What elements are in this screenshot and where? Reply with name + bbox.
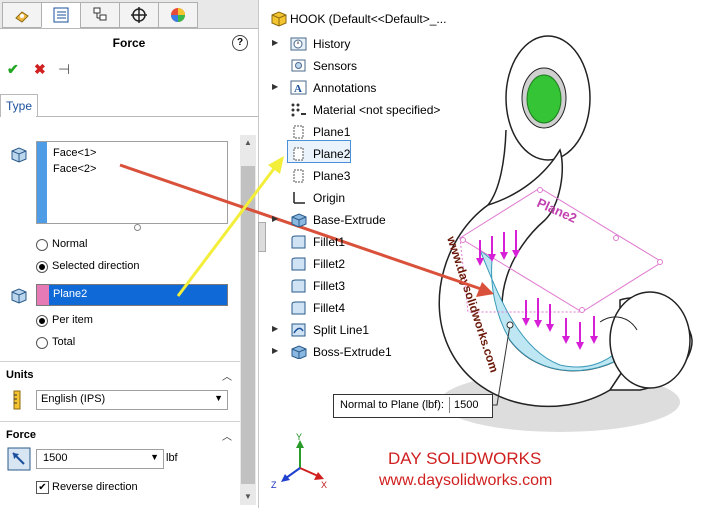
callout-value-field[interactable]: 1500 — [449, 397, 492, 413]
fillet-icon — [291, 235, 306, 249]
tree-item-origin[interactable]: Origin — [313, 191, 345, 205]
plane-icon — [293, 169, 304, 183]
red-annotation-arrow — [119, 163, 494, 297]
brand-url: www.daysolidworks.com — [379, 472, 553, 489]
split-icon — [291, 323, 306, 337]
expand-arrow-icon[interactable]: ▶ — [272, 38, 278, 47]
tree-item-annotations[interactable]: Annotations — [313, 81, 376, 95]
tree-item-plane2[interactable]: Plane2 — [313, 147, 350, 161]
svg-text:A: A — [294, 83, 302, 95]
fillet-icon — [291, 301, 306, 315]
tree-item-fillet4[interactable]: Fillet4 — [313, 301, 345, 315]
triad-x-label: X — [321, 480, 327, 490]
fillet-icon — [291, 279, 306, 293]
brand-title: DAY SOLIDWORKS — [388, 449, 542, 468]
fillet-icon — [291, 257, 306, 271]
callout-anchor — [506, 321, 514, 329]
tree-item-split-line1[interactable]: Split Line1 — [313, 323, 369, 337]
sensors-icon — [291, 59, 306, 72]
material-not-specified-icon — [291, 103, 306, 117]
tree-item-fillet1[interactable]: Fillet1 — [313, 235, 345, 249]
tree-item-boss-extrude1[interactable]: Boss-Extrude1 — [313, 345, 392, 359]
origin-icon — [293, 192, 305, 204]
expand-arrow-icon[interactable]: ▶ — [272, 214, 278, 223]
tree-item-sensors[interactable]: Sensors — [313, 59, 357, 73]
expand-arrow-icon[interactable]: ▶ — [272, 324, 278, 333]
yellow-annotation-arrow — [176, 156, 284, 297]
triad-z-label: Z — [271, 480, 277, 490]
expand-arrow-icon[interactable]: ▶ — [272, 346, 278, 355]
triad-y-label: Y — [296, 432, 302, 442]
expand-arrow-icon[interactable]: ▶ — [272, 82, 278, 91]
tree-item-history[interactable]: History — [313, 37, 350, 51]
tree-item-fillet3[interactable]: Fillet3 — [313, 279, 345, 293]
solid-icon — [291, 213, 307, 227]
force-value-callout[interactable]: Normal to Plane (lbf): 1500 — [333, 394, 493, 418]
annotations-icon: A — [290, 80, 307, 95]
tree-item-plane3[interactable]: Plane3 — [313, 169, 350, 183]
tree-item-plane1[interactable]: Plane1 — [313, 125, 350, 139]
tree-item-material-not-specified[interactable]: Material <not specified> — [313, 103, 440, 117]
history-icon — [290, 37, 307, 51]
solid-icon — [291, 345, 307, 359]
tree-root[interactable]: HOOK (Default<<Default>_... — [290, 12, 446, 26]
tree-item-fillet2[interactable]: Fillet2 — [313, 257, 345, 271]
tree-item-base-extrude[interactable]: Base-Extrude — [313, 213, 386, 227]
axis-triad — [281, 440, 324, 482]
plane-icon — [293, 125, 304, 139]
plane-icon — [293, 147, 304, 161]
part-root-icon — [271, 11, 287, 27]
hook-body — [438, 148, 693, 408]
callout-label: Normal to Plane (lbf): — [340, 399, 444, 411]
graphics-area[interactable]: Plane2 www.daysolidworks.com Y X Z — [0, 0, 726, 508]
